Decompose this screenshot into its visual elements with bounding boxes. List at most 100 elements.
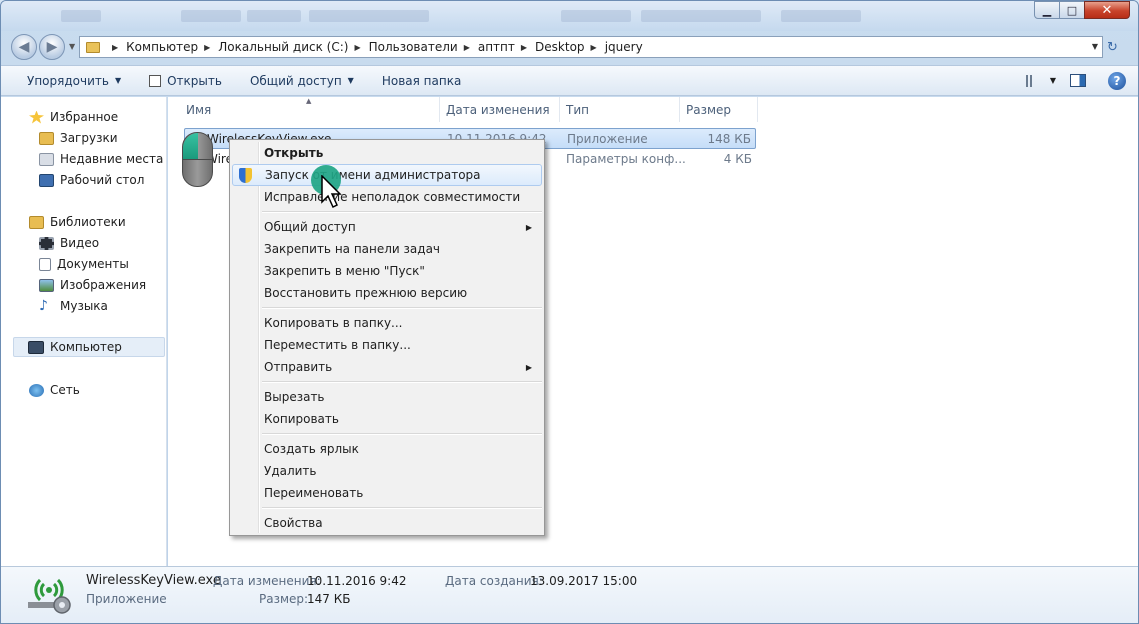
nav-recent-label: Недавние места [60,152,164,166]
menu-item-delete[interactable]: Удалить [232,460,542,482]
chevron-right-icon[interactable]: ▶ [354,43,360,52]
column-header-type[interactable]: Тип [560,97,680,122]
folder-icon [86,41,100,53]
breadcrumb-local-disk[interactable]: Локальный диск (C:) [218,40,348,54]
help-icon[interactable]: ? [1108,71,1126,90]
file-type: Приложение [567,132,648,146]
toolbar-right: ▼ ? [1025,66,1138,95]
minimize-button[interactable]: ▁ [1034,1,1060,19]
breadcrumb-user[interactable]: aптпт [478,40,515,54]
new-folder-label: Новая папка [381,73,462,88]
organize-button[interactable]: Упорядочить ▼ [1,66,135,95]
menu-item-restore[interactable]: Восстановить прежнюю версию [232,282,542,304]
menu-cut-label: Вырезать [264,390,325,404]
menu-item-pin-taskbar[interactable]: Закрепить на панели задач [232,238,542,260]
nav-computer[interactable]: Компьютер [13,337,165,357]
column-date-label: Дата изменения [446,102,550,117]
chevron-right-icon[interactable]: ▶ [112,43,118,52]
view-options-icon[interactable] [1025,74,1044,87]
menu-run-as-admin-label: Запуск от имени администратора [265,168,481,182]
menu-pin-start-label: Закрепить в меню "Пуск" [264,264,425,278]
close-button[interactable]: ✕ [1084,1,1130,19]
nav-favorites[interactable]: Избранное [29,107,118,127]
menu-item-copy-to[interactable]: Копировать в папку... [232,312,542,334]
chevron-right-icon[interactable]: ▶ [591,43,597,52]
column-header-name[interactable]: Имя [180,97,440,122]
breadcrumb-desktop[interactable]: Desktop [535,40,585,54]
breadcrumb-users[interactable]: Пользователи [369,40,458,54]
menu-move-to-label: Переместить в папку... [264,338,411,352]
breadcrumb-computer[interactable]: Компьютер [126,40,198,54]
refresh-icon[interactable]: ↻ [1107,40,1118,55]
nav-images[interactable]: Изображения [39,275,146,295]
chevron-right-icon[interactable]: ▶ [204,43,210,52]
chevron-right-icon[interactable]: ▶ [521,43,527,52]
column-header-size[interactable]: Размер [680,97,758,122]
nav-desktop[interactable]: Рабочий стол [39,170,144,190]
file-type: Параметры конф... [566,152,686,166]
desktop-icon [39,173,54,187]
nav-network[interactable]: Сеть [29,380,80,400]
open-button[interactable]: Открыть [135,66,236,95]
menu-item-properties[interactable]: Свойства [232,512,542,534]
menu-item-copy[interactable]: Копировать [232,408,542,430]
nav-images-label: Изображения [60,278,147,292]
mouse-left-click-indicator-icon [182,132,214,187]
submenu-arrow-icon: ▶ [525,222,532,232]
libraries-icon [29,215,44,229]
share-button[interactable]: Общий доступ ▼ [236,66,368,95]
network-icon [29,383,44,397]
explorer-window: ▁ □ ✕ ◀ ▶ ▼ ▶ Компьютер ▶ Локальный диск… [0,0,1139,624]
navigation-pane: Избранное Загрузки Недавние места Рабочи… [1,97,167,566]
documents-icon [39,257,51,271]
column-header-date[interactable]: Дата изменения [440,97,560,122]
back-button[interactable]: ◀ [11,34,37,60]
menu-troubleshoot-label: Исправление неполадок совместимости [264,190,521,204]
details-pane: WirelessKeyView.exe Приложение Дата изме… [1,566,1138,623]
images-icon [39,278,54,292]
nav-recent[interactable]: Недавние места [39,149,163,169]
menu-pin-taskbar-label: Закрепить на панели задач [264,242,441,256]
chevron-down-icon: ▼ [114,76,122,85]
menu-item-run-as-admin[interactable]: Запуск от имени администратора [232,164,542,186]
share-label: Общий доступ [249,73,342,88]
preview-pane-icon[interactable] [1070,74,1086,87]
forward-button[interactable]: ▶ [39,34,65,60]
maximize-button[interactable]: □ [1059,1,1085,19]
nav-favorites-label: Избранное [50,110,119,124]
file-size: 4 КБ [723,152,752,166]
nav-music-label: Музыка [60,299,108,313]
history-dropdown-icon[interactable]: ▼ [69,42,75,51]
nav-libraries[interactable]: Библиотеки [29,212,126,232]
menu-copy-label: Копировать [264,412,339,426]
menu-item-pin-start[interactable]: Закрепить в меню "Пуск" [232,260,542,282]
menu-item-rename[interactable]: Переименовать [232,482,542,504]
details-modified-label: Дата изменения: [213,574,321,588]
nav-music[interactable]: ♪ Музыка [39,296,108,316]
column-name-label: Имя [186,102,212,117]
menu-item-create-shortcut[interactable]: Создать ярлык [232,438,542,460]
address-dropdown-icon[interactable]: ▼ [1092,42,1098,51]
menu-item-send-to[interactable]: Отправить ▶ [232,356,542,378]
nav-documents[interactable]: Документы [39,254,129,274]
breadcrumb-jquery[interactable]: jquery [605,40,643,54]
menu-item-troubleshoot[interactable]: Исправление неполадок совместимости [232,186,542,208]
nav-downloads[interactable]: Загрузки [39,128,118,148]
command-bar: Упорядочить ▼ Открыть Общий доступ ▼ Нов… [1,65,1138,96]
menu-item-move-to[interactable]: Переместить в папку... [232,334,542,356]
menu-item-cut[interactable]: Вырезать [232,386,542,408]
chevron-right-icon[interactable]: ▶ [464,43,470,52]
nav-documents-label: Документы [57,257,129,271]
computer-icon [28,340,44,354]
details-created-value: 13.09.2017 15:00 [530,574,638,588]
new-folder-button[interactable]: Новая папка [368,66,475,95]
details-type: Приложение [86,592,167,606]
menu-item-open[interactable]: Открыть [232,142,542,164]
navigation-row: ◀ ▶ ▼ ▶ Компьютер ▶ Локальный диск (C:) … [1,31,1138,63]
title-bar[interactable]: ▁ □ ✕ [1,1,1138,31]
address-bar[interactable]: ▶ Компьютер ▶ Локальный диск (C:) ▶ Поль… [79,36,1103,58]
view-dropdown-icon[interactable]: ▼ [1050,76,1056,85]
nav-video[interactable]: Видео [39,233,99,253]
mouse-pointer-icon [321,175,342,209]
menu-item-share[interactable]: Общий доступ ▶ [232,216,542,238]
